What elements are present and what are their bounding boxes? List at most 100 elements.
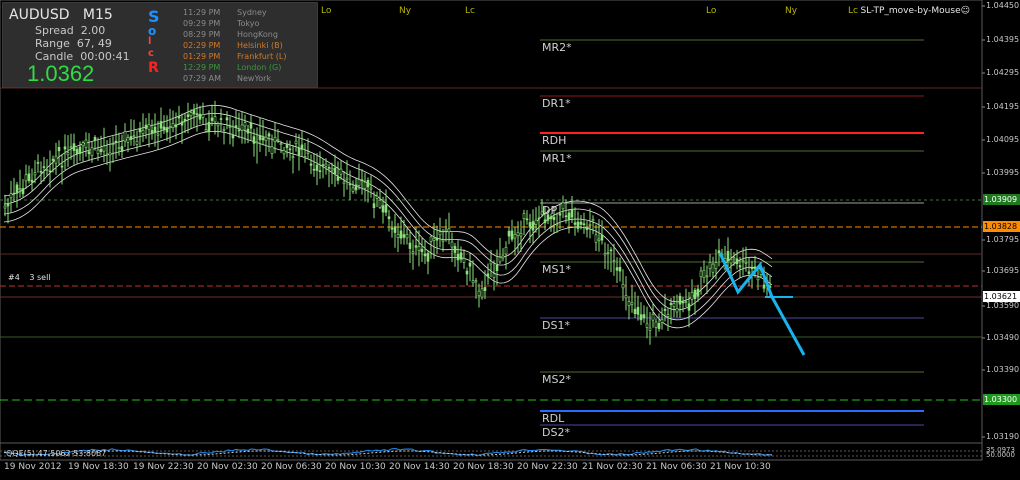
price-axis-label: 1.04395 [986, 35, 1020, 44]
candle-body [447, 228, 451, 233]
candle-body [603, 253, 607, 256]
session-time: 12:29 PM [183, 63, 221, 72]
candle-body [525, 218, 529, 221]
candle-body [657, 323, 661, 329]
candle-body [291, 156, 295, 159]
candle-body [309, 163, 313, 166]
candle-body [339, 168, 343, 175]
candle-body [381, 205, 385, 213]
candle-body [9, 193, 13, 199]
time-axis-label: 19 Nov 22:30 [133, 462, 194, 472]
candle-body [372, 203, 376, 209]
candle-body [24, 174, 28, 182]
candle-body [36, 162, 40, 164]
candle-body [297, 148, 301, 156]
pivot-label: DS2* [542, 426, 570, 439]
session-marker: Ny [785, 6, 798, 16]
horizontal-levels [0, 199, 982, 401]
candle-body [576, 221, 580, 229]
candle-body [360, 179, 364, 182]
candle-body [207, 121, 211, 132]
candle-body [273, 137, 277, 143]
candle-body [159, 121, 163, 129]
candle-body [252, 136, 256, 144]
candle-body [588, 224, 592, 226]
candle-body [39, 171, 43, 173]
time-axis-label: 20 Nov 10:30 [325, 462, 386, 472]
candle-body [201, 114, 205, 118]
candle-body [318, 170, 322, 172]
candle-body [483, 287, 487, 291]
candle-body [198, 113, 202, 120]
candle-body [57, 147, 61, 152]
pivot-label: DR1* [542, 97, 571, 110]
candle-body [246, 128, 250, 134]
candle-body [150, 130, 154, 134]
time-axis-label: 21 Nov 02:30 [582, 462, 643, 472]
candle-body [147, 124, 151, 130]
candle-body [123, 131, 127, 142]
candle-body [354, 184, 358, 191]
signal-letter: l [148, 36, 152, 47]
pivot-label: MR1* [542, 152, 572, 165]
candle-body [486, 273, 490, 277]
candle-body [678, 295, 682, 305]
candle-body [45, 169, 49, 171]
candle-body [75, 149, 79, 154]
price-axis-label: 1.04095 [986, 135, 1020, 144]
candle-body [375, 195, 379, 199]
trade-order-label[interactable]: #4 3 sell [8, 273, 51, 282]
candle-body [510, 230, 514, 240]
candle-body [228, 126, 232, 128]
candle-body [216, 123, 220, 127]
price-axis-label: 1.04295 [986, 68, 1020, 77]
candle-body [15, 184, 19, 194]
candle-body [348, 183, 352, 186]
candle-body [567, 212, 571, 220]
candle-body [396, 234, 400, 239]
candle-body [402, 234, 406, 238]
candle-body [543, 219, 547, 224]
candle-body [174, 124, 178, 128]
session-row: 11:29 PM Sydney [183, 7, 286, 18]
candle-body [18, 188, 22, 190]
candle-body [429, 236, 433, 242]
candle-body [153, 126, 157, 133]
candle-body [312, 168, 316, 171]
candle-body [87, 151, 91, 155]
user-drawings[interactable] [718, 252, 806, 356]
pivot-label: MS2* [542, 373, 571, 386]
candle-body [699, 270, 703, 278]
candle-body [66, 152, 70, 156]
candle-body [417, 246, 421, 251]
candle-body [240, 124, 244, 131]
candle-body [456, 254, 460, 261]
price-axis-label: 1.03190 [986, 432, 1020, 441]
candle-body [708, 262, 712, 269]
candle-body [12, 192, 16, 195]
candle-body [435, 237, 439, 241]
candle-body [663, 308, 667, 311]
candle-body [243, 122, 247, 127]
candle-body [504, 246, 508, 255]
candle-body [618, 266, 622, 272]
price-tag: 1.03909 [983, 194, 1020, 205]
candle-body [93, 137, 97, 141]
candle-body [249, 122, 253, 129]
candle-body [609, 249, 613, 252]
candle-body [84, 139, 88, 148]
candle-body [300, 144, 304, 150]
candle-body [156, 133, 160, 136]
candle-body [192, 110, 196, 115]
time-axis-label: 19 Nov 18:30 [68, 462, 129, 472]
candle-body [285, 143, 289, 148]
candle-body [660, 319, 664, 323]
pivot-label: DP [542, 204, 558, 217]
candle-body [738, 265, 742, 268]
price-tag: 1.03300 [983, 394, 1020, 405]
candle-body [195, 113, 199, 116]
candle-body [636, 307, 640, 315]
candle-body [324, 163, 328, 167]
price-axis-label: 1.03695 [986, 266, 1020, 275]
candle-body [627, 301, 631, 306]
